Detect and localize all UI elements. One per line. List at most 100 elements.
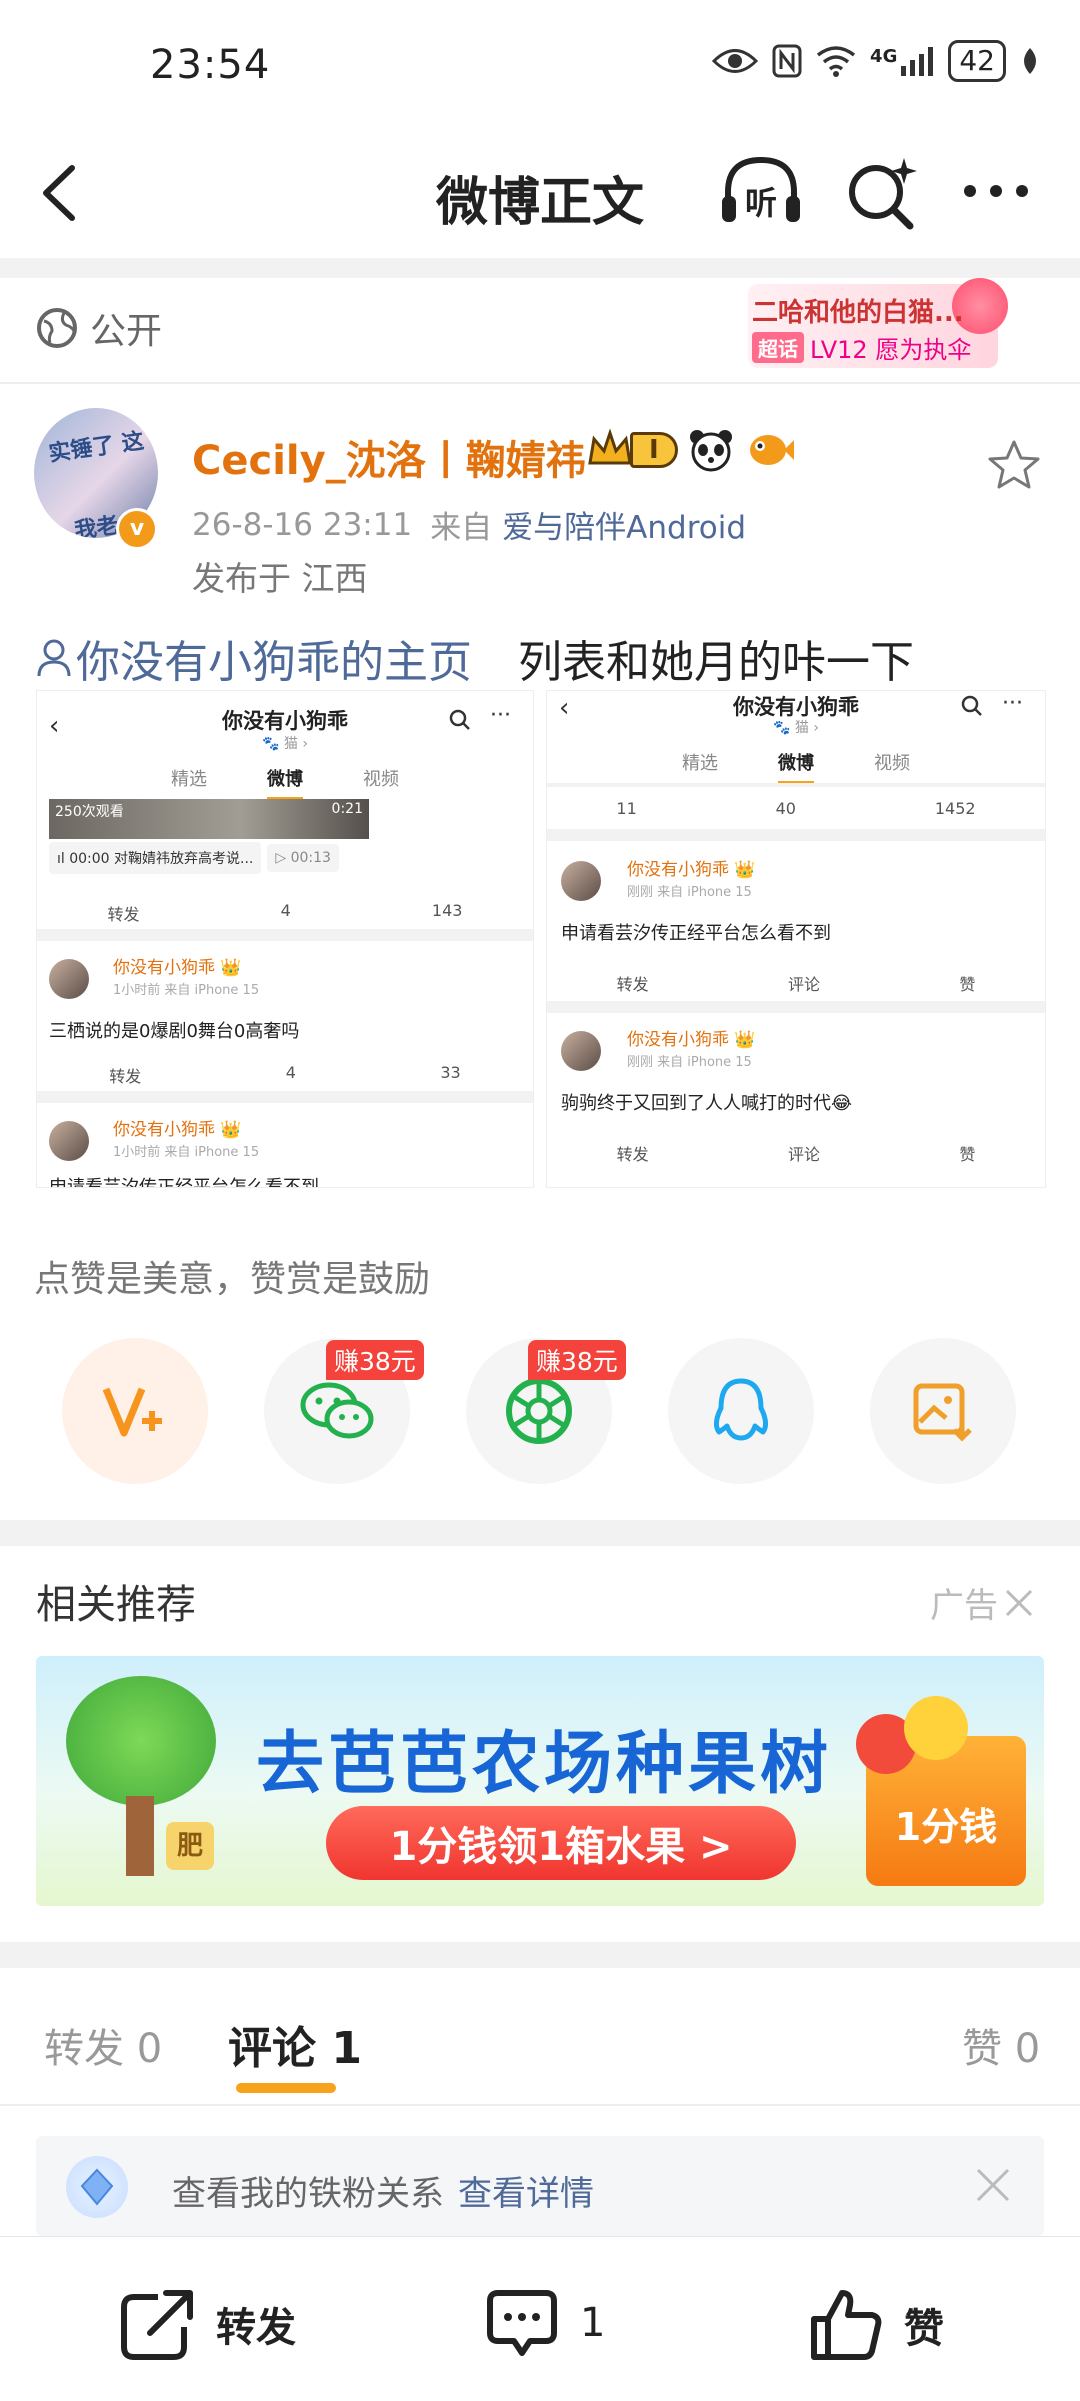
screenshot-tabs: 精选 微博 视频 xyxy=(547,749,1045,785)
fish-icon xyxy=(744,428,794,472)
qq-share-button[interactable] xyxy=(668,1338,814,1484)
action-row: 11 40 1452 xyxy=(547,799,1045,818)
ad-banner[interactable]: 肥 去芭芭农场种果树 1分钱领1箱水果 > 1分钱 xyxy=(36,1656,1044,1906)
leaf-icon xyxy=(1020,46,1040,76)
video-views: 250次观看 xyxy=(55,804,124,820)
separator xyxy=(547,1001,1045,1013)
eye-icon xyxy=(712,46,759,76)
more-button[interactable] xyxy=(960,166,1032,216)
star-icon xyxy=(988,440,1040,489)
comment-button[interactable]: 1 xyxy=(484,2287,605,2359)
tab-video: 视频 xyxy=(363,769,399,790)
post-author: 你没有小狗乖 👑 xyxy=(627,860,756,880)
more-dots-icon: ··· xyxy=(1002,691,1023,716)
like-count: 33 xyxy=(440,1063,461,1082)
comment-count: 1 xyxy=(580,2300,606,2346)
fans-tip-label: 查看我的铁粉关系 xyxy=(172,2174,444,2214)
search-button[interactable] xyxy=(842,152,922,232)
post-author: 你没有小狗乖 👑 xyxy=(627,1030,756,1050)
search-sparkle-icon xyxy=(849,158,917,230)
wifi-icon xyxy=(816,45,856,77)
tab-repost[interactable]: 转发 0 xyxy=(44,2016,162,2074)
section-divider xyxy=(0,258,1080,278)
save-image-button[interactable] xyxy=(870,1338,1016,1484)
section-divider xyxy=(0,1942,1080,1968)
repost-count: 11 xyxy=(616,799,637,818)
tab-featured: 精选 xyxy=(171,769,207,790)
ad-cta-button[interactable]: 1分钱领1箱水果 > xyxy=(326,1806,796,1880)
recommend-title: 相关推荐 xyxy=(36,1582,196,1628)
tab-video: 视频 xyxy=(874,753,910,774)
ad-label: 广告 xyxy=(930,1586,998,1626)
earn-tag: 赚38元 xyxy=(528,1340,626,1380)
separator xyxy=(37,1091,533,1103)
post-meta: 刚刚 来自 iPhone 15 xyxy=(627,1055,752,1070)
like-count: 1452 xyxy=(934,799,976,818)
diamond-icon xyxy=(66,2156,128,2218)
fruit-box: 1分钱 xyxy=(856,1696,1026,1886)
mention-link[interactable]: 你没有小狗乖的主页 xyxy=(36,626,472,690)
post-image-2[interactable]: ‹ 你没有小狗乖 🐾 猫 › ··· 精选 微博 视频 11 40 1452 你… xyxy=(546,690,1046,1188)
post-date: 26-8-16 23:11 xyxy=(192,506,413,543)
more-dots-icon xyxy=(964,185,1028,197)
repost-label: 转发 xyxy=(616,1145,649,1164)
tab-like[interactable]: 赞 0 xyxy=(962,2016,1040,2074)
status-bar: 23:54 4G 42 xyxy=(0,0,1080,130)
globe-icon xyxy=(37,308,77,348)
thumbs-up-icon xyxy=(811,2290,882,2360)
repost-label: 转发 xyxy=(107,905,140,924)
like-button[interactable]: 赞 xyxy=(808,2287,944,2363)
audio-title: ıl 00:00 对鞠婧祎放弃高考说... xyxy=(49,842,262,874)
network-type: 4G xyxy=(870,46,898,67)
author-name[interactable]: Cecily_沈洛丨鞠婧祎 xyxy=(192,428,586,486)
status-time: 23:54 xyxy=(150,42,271,88)
separator xyxy=(547,829,1045,841)
post-meta: 1小时前 来自 iPhone 15 xyxy=(113,983,260,998)
avatar xyxy=(49,1121,89,1161)
favorite-button[interactable] xyxy=(984,436,1044,496)
member-crown-badge[interactable]: I xyxy=(586,429,678,471)
post-meta: 1小时前 来自 iPhone 15 xyxy=(113,1145,260,1160)
post-source-link[interactable]: 爱与陪伴Android xyxy=(502,502,746,547)
ad-price-tag: 1分钱 xyxy=(894,1805,998,1849)
support-text: 点赞是美意，赞赏是鼓励 xyxy=(34,1259,431,1300)
mention-text: 你没有小狗乖的主页 xyxy=(76,637,472,688)
tab-comment[interactable]: 评论 1 xyxy=(228,2012,362,2076)
source-prefix: 来自 xyxy=(430,510,493,546)
video-duration: 0:21 xyxy=(331,801,363,817)
status-icons: 4G 42 xyxy=(712,40,1040,82)
fans-detail-link[interactable]: 查看详情 xyxy=(458,2174,594,2214)
qq-icon xyxy=(713,1378,769,1441)
separator xyxy=(547,783,1045,787)
more-dots-icon: ··· xyxy=(490,703,511,728)
comment-bubble-icon xyxy=(487,2290,557,2356)
wechat-icon xyxy=(300,1382,374,1439)
repost-button[interactable]: 转发 xyxy=(118,2287,296,2361)
like-label: 赞 xyxy=(959,1145,976,1164)
screenshot-subtitle: 🐾 猫 › xyxy=(262,736,308,752)
moments-icon xyxy=(506,1378,572,1444)
headphones-icon: 听 xyxy=(722,156,800,222)
post-image-1[interactable]: ‹ 你没有小狗乖 🐾 猫 › ··· 精选 微博 视频 250次观看 0:21 … xyxy=(36,690,534,1188)
reward-button[interactable] xyxy=(62,1338,208,1484)
avatar xyxy=(561,1031,601,1071)
listen-button[interactable]: 听 xyxy=(718,150,804,236)
post-text: 你没有小狗乖的主页 列表和她月的咔一下 xyxy=(36,626,914,690)
like-count: 143 xyxy=(431,901,463,920)
tab-weibo: 微博 xyxy=(778,749,814,785)
post-author: 你没有小狗乖 👑 xyxy=(113,1120,242,1140)
post-text: 申请看芸汐传正经平台怎么看不到 xyxy=(561,923,831,944)
super-topic-badge[interactable]: 二哈和他的白猫... 超话 LV12 愿为执伞 xyxy=(748,278,1008,374)
repost-label: 转发 xyxy=(109,1067,142,1086)
post-body: 列表和她月的咔一下 xyxy=(518,637,914,688)
bottom-action-bar: 转发 1 赞 xyxy=(0,2236,1080,2401)
fans-tip-close-button[interactable] xyxy=(970,2162,1016,2208)
repost-label: 转发 xyxy=(616,975,649,994)
like-label: 赞 xyxy=(959,975,976,994)
listen-label: 听 xyxy=(745,184,777,222)
avatar xyxy=(49,959,89,999)
comment-label: 评论 xyxy=(787,975,820,994)
ad-close-button[interactable]: 广告 xyxy=(930,1578,1034,1627)
action-row: 转发 评论 赞 xyxy=(547,1141,1045,1165)
tree-trunk xyxy=(126,1796,154,1876)
